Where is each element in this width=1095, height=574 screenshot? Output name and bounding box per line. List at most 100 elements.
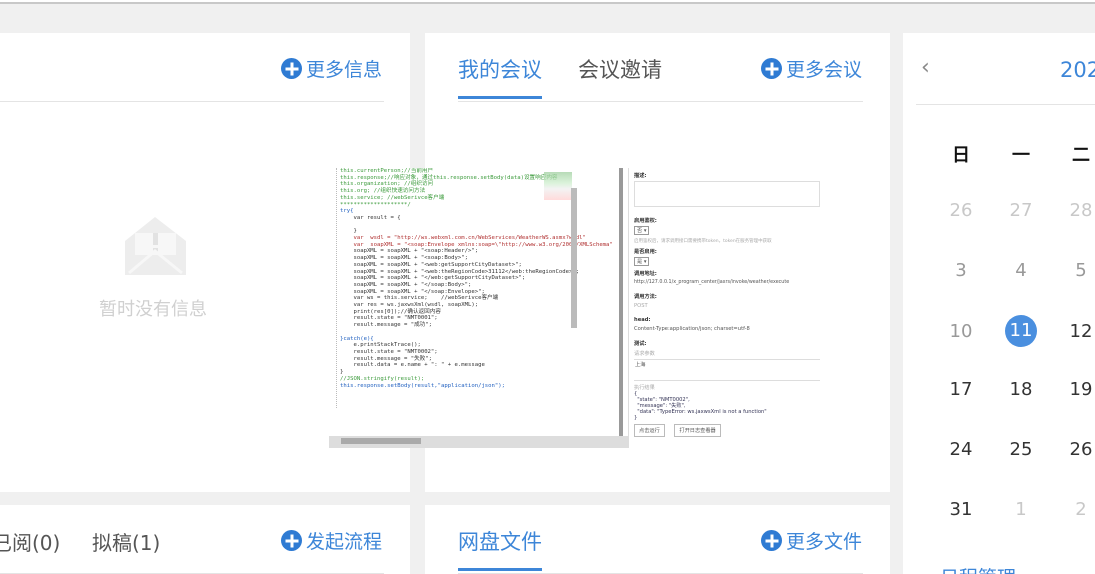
day[interactable]: 17 xyxy=(931,379,991,400)
code-line: var result = { xyxy=(340,214,401,221)
tab-cloud-files[interactable]: 网盘文件 xyxy=(458,526,542,571)
head-value: Content-Type:application/json; charset=u… xyxy=(634,326,750,332)
code-line: }catch(e){ xyxy=(340,335,374,342)
day[interactable]: 26 xyxy=(1051,439,1095,460)
day[interactable]: 26 xyxy=(931,200,991,221)
code-line: var ws = this.service; //webSerivce客户端 xyxy=(340,295,499,302)
day[interactable]: 10 xyxy=(931,321,991,342)
code-line: var res = ws.jaxwsXml(wsdl, soapXML); xyxy=(340,302,479,309)
weekday: 二 xyxy=(1072,145,1090,166)
calendar-prev-button[interactable]: ‹ xyxy=(921,55,930,80)
week-row: 24 25 26 xyxy=(931,439,1095,460)
plus-circle-icon xyxy=(761,58,782,79)
day[interactable]: 28 xyxy=(1051,200,1095,221)
code-lines: this.currentPerson;//当前用户 this.response;/… xyxy=(329,168,628,389)
week-row: 345 xyxy=(931,260,1095,281)
calendar-header-divider xyxy=(916,104,1095,105)
auth-select[interactable]: 否 ▾ xyxy=(634,226,650,235)
enabled-value: 是 xyxy=(637,259,643,265)
day[interactable]: 19 xyxy=(1051,379,1095,400)
code-line: soapXML = soapXML + "</web:getSupportCit… xyxy=(340,275,526,282)
result-label: 执行结果 xyxy=(634,385,655,391)
tab-draft[interactable]: 拟稿(1) xyxy=(92,527,160,556)
auth-label: 启用鉴权: xyxy=(634,218,657,224)
tab-meeting-invites[interactable]: 会议邀请 xyxy=(578,54,662,84)
day[interactable]: 31 xyxy=(931,499,991,520)
method-value: POST xyxy=(634,303,648,309)
day[interactable]: 25 xyxy=(991,439,1051,460)
more-info-button[interactable]: 更多信息 xyxy=(281,55,382,82)
url-value: http://127.0.0.1/x_program_center/jaxrs/… xyxy=(634,280,790,285)
code-line: soapXML = soapXML + "<web:getSupportCity… xyxy=(340,261,522,268)
day[interactable]: 12 xyxy=(1051,321,1095,342)
week-row: 17 18 19 xyxy=(931,379,1095,400)
day[interactable]: 1 xyxy=(991,499,1051,520)
param-textarea[interactable]: 上海 xyxy=(634,359,820,381)
test-label: 测试: xyxy=(634,341,647,347)
open-log-button[interactable]: 打开日志查看器 xyxy=(674,424,721,437)
day[interactable]: 18 xyxy=(991,379,1051,400)
code-line: result.message = "成功"; xyxy=(340,322,433,329)
method-label: 调用方法: xyxy=(634,294,657,300)
code-line: soapXML = soapXML + "<soap:Header/>"; xyxy=(340,248,479,255)
tab-read[interactable]: 已阅(0) xyxy=(0,527,60,556)
code-line: soapXML = soapXML + "<soap:Body>"; xyxy=(340,255,468,262)
weekday-row: 日 一 二 xyxy=(931,141,1095,167)
line-gutter xyxy=(329,168,337,408)
code-line: print(res[0]);//确认返回内容 xyxy=(340,308,441,315)
code-line: result.message = "失败"; xyxy=(340,355,433,362)
editor-vertical-scrollbar[interactable] xyxy=(571,188,577,328)
week-row: 31 1 2 xyxy=(931,499,1095,520)
day[interactable]: 5 xyxy=(1051,260,1095,281)
schedule-manage-link[interactable]: 日程管理 xyxy=(940,563,1016,574)
more-meetings-label: 更多会议 xyxy=(786,59,863,81)
code-line: e.printStackTrace(); xyxy=(340,342,421,349)
editor-horizontal-scrollbar[interactable] xyxy=(329,436,628,448)
day[interactable]: 3 xyxy=(931,260,991,281)
url-label: 调用地址: xyxy=(634,271,657,277)
code-line: var soapXML = "<soap:Envelope xmlns:soap… xyxy=(340,241,613,248)
plus-circle-icon xyxy=(761,530,782,551)
run-button[interactable]: 点击运行 xyxy=(634,424,665,437)
code-editor: this.currentPerson;//当前用户 this.response;/… xyxy=(329,168,629,448)
panel-divider xyxy=(619,168,623,438)
enabled-label: 是否启用: xyxy=(634,249,657,255)
workflow-card: 已阅(0) 拟稿(1) 发起流程 xyxy=(0,505,410,574)
code-line: } xyxy=(340,369,344,376)
auth-value: 否 xyxy=(637,228,643,234)
top-bar xyxy=(0,0,1095,4)
code-line: this.org; //组织快速访问方法 xyxy=(340,188,426,195)
calendar-card: ‹ 202 日 一 二 26 27 28 345 10 11 12 17 18 19 24 2… xyxy=(903,33,1095,574)
calendar-year-label[interactable]: 202 xyxy=(1060,58,1095,82)
code-line: //JSON.stringify(result); xyxy=(340,375,425,382)
files-card: 网盘文件 更多文件 xyxy=(425,505,890,574)
more-meetings-button[interactable]: 更多会议 xyxy=(761,55,862,82)
code-line: var wsdl = "http://ws.webxml.com.cn/WebS… xyxy=(340,235,586,242)
empty-text: 暂时没有信息 xyxy=(99,299,207,320)
service-form: 描述: 启用鉴权: 否 ▾ 启用鉴权后，请求调用接口需要携带token，toke… xyxy=(632,168,820,448)
today-day[interactable]: 11 xyxy=(1005,315,1037,347)
result-output: { "state": "NMT0002", "message": "失败", "… xyxy=(634,391,820,421)
param-value: 上海 xyxy=(635,362,646,368)
code-line: this.service; //webSerivce客户端 xyxy=(340,194,445,201)
auth-hint: 启用鉴权后，请求调用接口需要携带token，token在服务管理中获取 xyxy=(634,239,772,244)
week-row: 10 11 12 xyxy=(931,315,1095,347)
enabled-select[interactable]: 是 ▾ xyxy=(634,257,650,266)
weekday: 日 xyxy=(952,145,970,166)
day[interactable]: 2 xyxy=(1051,499,1095,520)
day[interactable]: 27 xyxy=(991,200,1051,221)
code-line: result.data = e.name + ": " + e.message xyxy=(340,362,485,369)
week-row: 26 27 28 xyxy=(931,200,1095,221)
code-line: soapXML = soapXML + "</soap:Body>"; xyxy=(340,281,472,288)
more-files-button[interactable]: 更多文件 xyxy=(761,527,862,554)
code-line: result.state = "NMT0002"; xyxy=(340,348,438,355)
code-line: this.response.setBody(result,"applicatio… xyxy=(340,382,506,389)
day[interactable]: 4 xyxy=(991,260,1051,281)
param-label: 请求参数 xyxy=(634,351,655,357)
code-line: this.currentPerson;//当前用户 xyxy=(340,168,434,174)
day[interactable]: 24 xyxy=(931,439,991,460)
tab-my-meetings[interactable]: 我的会议 xyxy=(458,54,542,99)
plus-circle-icon xyxy=(281,530,302,551)
desc-textarea[interactable] xyxy=(634,181,820,207)
start-workflow-button[interactable]: 发起流程 xyxy=(281,527,382,554)
